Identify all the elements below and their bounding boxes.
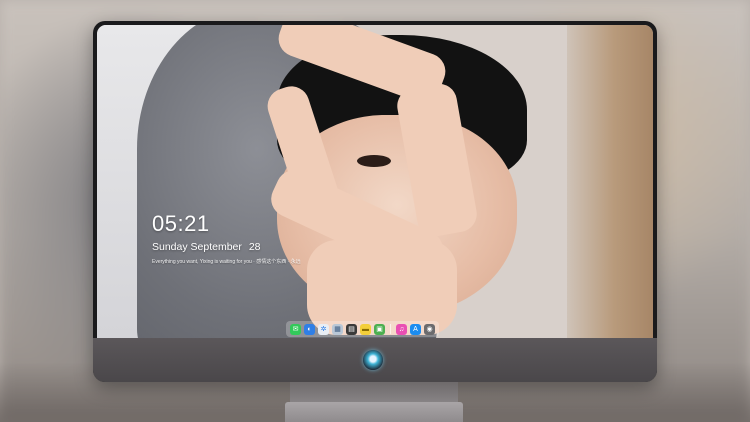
- screen: 05:21 Sunday September 28 Everything you…: [97, 25, 653, 338]
- notes-icon[interactable]: ▬: [360, 323, 371, 335]
- app-store-icon[interactable]: A: [410, 323, 421, 335]
- monitor: 05:21 Sunday September 28 Everything you…: [93, 21, 657, 382]
- clock-time: 05:21: [152, 211, 210, 236]
- dock-separator: [390, 324, 391, 334]
- safari-icon[interactable]: ✲: [318, 323, 329, 335]
- messages-icon[interactable]: ✉: [290, 323, 301, 335]
- date-day: 28: [248, 241, 261, 253]
- preview-icon[interactable]: ▦: [332, 323, 343, 335]
- photos-icon[interactable]: ▣: [374, 323, 385, 335]
- clock-date: Sunday September 28: [152, 241, 261, 253]
- monitor-chin: [93, 338, 657, 382]
- camera-icon[interactable]: ◉: [424, 323, 435, 335]
- date-weekday-month: Sunday September: [152, 241, 242, 253]
- wallpaper-eye: [357, 155, 391, 167]
- finder-icon[interactable]: ◐: [304, 323, 315, 335]
- brand-logo-icon: [363, 350, 383, 370]
- monitor-stand-base: [285, 402, 463, 422]
- music-icon[interactable]: ♫: [396, 323, 407, 335]
- dock: ✉ ◐ ✲ ▦ ▤ ▬ ▣ ♫ A ◉: [286, 321, 439, 337]
- wallpaper-wall: [567, 25, 653, 338]
- lock-screen-quote: Everything you want, Yixing is waiting f…: [152, 259, 301, 265]
- clapper-icon[interactable]: ▤: [346, 323, 357, 335]
